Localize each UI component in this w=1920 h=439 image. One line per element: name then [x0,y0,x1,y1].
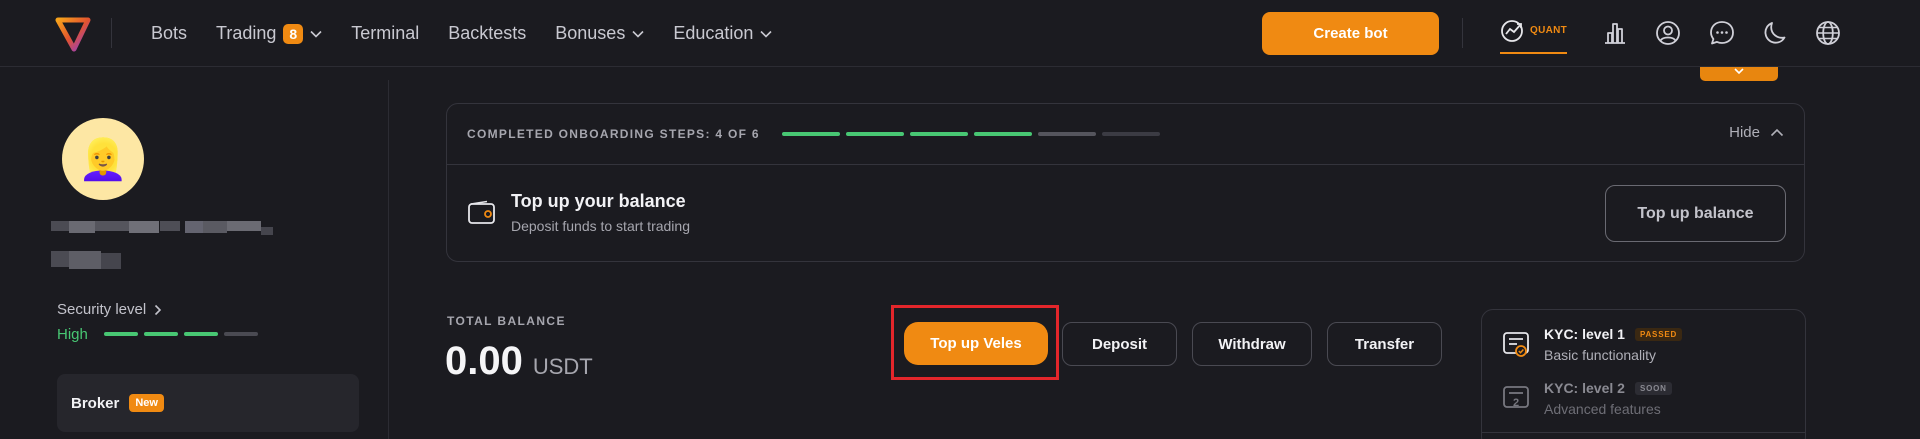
quant-label: QUANT [1530,25,1568,36]
broker-label: Broker [71,394,120,412]
security-level-bar [104,332,138,336]
create-bot-button[interactable]: Create bot [1262,12,1439,55]
nav-education[interactable]: Education [673,23,772,44]
onboarding-step-bar [1101,132,1160,136]
kyc-level-1-title-row: KYC: level 1 PASSED [1544,326,1683,342]
nav-bots[interactable]: Bots [151,23,187,44]
security-level-link[interactable]: Security level [57,301,162,318]
hide-onboarding-button[interactable]: Hide [1729,124,1784,141]
total-balance-value: 0.00 [445,339,523,383]
task-subtitle: Deposit funds to start trading [511,218,690,234]
withdraw-button[interactable]: Withdraw [1192,322,1312,366]
onboarding-step-bar [781,132,840,136]
broker-new-badge: New [129,394,164,412]
top-navigation-bar: Bots Trading 8 Terminal Backtests Bonuse… [0,0,1920,67]
onboarding-step-bar [909,132,968,136]
security-level-bars [104,332,258,336]
nav-bonuses[interactable]: Bonuses [555,23,644,44]
nav-education-label: Education [673,23,754,43]
transfer-button[interactable]: Transfer [1327,322,1442,366]
total-balance-currency: USDT [532,354,593,379]
kyc-level-1-subtitle: Basic functionality [1544,347,1657,363]
certificate-icon [1503,332,1529,357]
onboarding-progress-title: COMPLETED ONBOARDING STEPS: 4 OF 6 [467,127,760,141]
main-nav: Bots Trading 8 Terminal Backtests Bonuse… [151,0,772,67]
nav-terminal[interactable]: Terminal [351,23,419,44]
chevron-up-icon [1770,128,1784,137]
kyc-level-1-title: KYC: level 1 [1544,326,1625,342]
nav-terminal-label: Terminal [351,23,420,43]
kyc-level-2-title: KYC: level 2 [1544,380,1625,396]
kyc-soon-badge: SOON [1634,381,1672,395]
nav-backtests-label: Backtests [448,23,527,43]
logo-divider [111,18,112,48]
kyc-level-2-title-row: KYC: level 2 SOON [1544,380,1672,396]
quant-tab[interactable]: QUANT [1500,18,1568,54]
kyc-card: KYC: level 1 PASSED Basic functionality … [1481,309,1806,439]
onboarding-step-bar [1037,132,1096,136]
deposit-button[interactable]: Deposit [1062,322,1177,366]
chevron-right-icon [155,304,162,315]
actions-divider [1462,18,1463,48]
nav-bonuses-label: Bonuses [555,23,626,43]
chevron-down-icon [632,30,644,38]
trading-count-badge: 8 [283,23,304,44]
chevron-down-icon [1734,68,1744,75]
task-title: Top up your balance [511,191,686,211]
onboarding-step-bar [845,132,904,136]
security-level-bar [184,332,218,336]
moon-icon[interactable] [1762,20,1788,46]
bar-chart-icon[interactable] [1602,20,1628,46]
user-circle-icon[interactable] [1655,20,1681,46]
total-balance-label: TOTAL BALANCE [447,314,566,328]
nav-trading-label: Trading [216,23,277,43]
security-level-bar [144,332,178,336]
onboarding-header: COMPLETED ONBOARDING STEPS: 4 OF 6 Hide [447,104,1804,165]
onboarding-card: COMPLETED ONBOARDING STEPS: 4 OF 6 Hide … [446,103,1805,262]
security-level-value: High [57,326,88,343]
sidebar-divider [388,80,389,439]
top-up-balance-button[interactable]: Top up balance [1605,185,1786,242]
onboarding-step-bar [973,132,1032,136]
hide-label: Hide [1729,124,1760,141]
broker-item[interactable]: Broker New [57,374,359,432]
kyc-level-2-subtitle: Advanced features [1544,401,1661,417]
collapse-tab[interactable] [1700,67,1778,81]
onboarding-progress-bars [781,132,1160,136]
chat-icon[interactable] [1709,20,1735,46]
total-balance: 0.00 USDT [445,339,593,384]
certificate-level-2-icon: 2 [1503,386,1529,409]
security-level-label: Security level [57,301,147,318]
veles-logo-icon[interactable] [55,16,91,52]
wallet-icon [468,200,495,224]
kyc-passed-badge: PASSED [1634,327,1683,341]
nav-backtests[interactable]: Backtests [448,23,526,44]
nav-trading[interactable]: Trading 8 [216,23,322,44]
security-level-bar [224,332,258,336]
onboarding-task: Top up your balance Deposit funds to sta… [447,165,1804,261]
kyc-level-2[interactable]: 2 KYC: level 2 SOON Advanced features [1502,380,1672,417]
svg-text:2: 2 [1513,397,1519,409]
nav-bots-label: Bots [151,23,188,43]
kyc-level-1[interactable]: KYC: level 1 PASSED Basic functionality [1502,326,1683,363]
globe-icon[interactable] [1815,20,1841,46]
quant-chart-icon [1501,20,1523,42]
chevron-down-icon [760,30,772,38]
kyc-divider [1482,432,1805,433]
avatar[interactable]: 👱‍♀️ [62,118,144,200]
top-up-veles-button[interactable]: Top up Veles [904,322,1048,365]
chevron-down-icon [310,30,322,38]
